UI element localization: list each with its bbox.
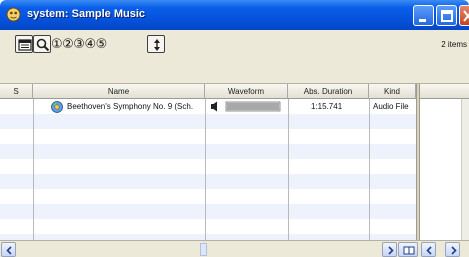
column-header-extra — [420, 84, 469, 99]
minimize-button[interactable] — [413, 5, 434, 26]
scroll-left-button[interactable] — [1, 242, 16, 257]
table-row — [0, 144, 418, 159]
scroll-right-button-2[interactable] — [445, 242, 460, 257]
table-row — [0, 189, 418, 204]
audio-file-icon — [51, 99, 63, 114]
browser-toggle-button[interactable] — [15, 35, 33, 53]
column-header-name[interactable]: Name — [33, 84, 205, 99]
close-button[interactable] — [459, 5, 469, 26]
file-kind: Audio File — [373, 102, 409, 111]
column-header-waveform[interactable]: Waveform — [205, 84, 288, 99]
column-divider — [369, 99, 370, 240]
search-button[interactable] — [33, 35, 51, 53]
vertical-scrollbar[interactable] — [461, 99, 469, 240]
scroll-left-button-2[interactable] — [421, 242, 436, 257]
column-header-kind[interactable]: Kind — [369, 84, 416, 99]
browser-icon — [18, 39, 32, 51]
horizontal-scrollbar[interactable] — [0, 240, 469, 257]
speaker-icon — [211, 101, 217, 112]
pane-resize-button[interactable] — [398, 242, 418, 257]
table-row — [0, 204, 418, 219]
app-icon[interactable] — [6, 7, 21, 22]
title-bar[interactable]: system: Sample Music — [0, 0, 469, 30]
table-row — [0, 174, 418, 189]
scroll-right-button[interactable] — [382, 242, 397, 257]
column-divider — [33, 99, 34, 240]
chevron-right-icon — [451, 246, 457, 255]
scroll-thumb[interactable] — [200, 243, 207, 256]
chevron-right-icon — [388, 246, 394, 255]
maximize-button[interactable] — [436, 5, 457, 26]
table-row — [0, 219, 418, 234]
toolbar: ①②③④⑤ 2 items — [0, 30, 469, 84]
chevron-left-icon — [426, 246, 432, 255]
view-number-buttons[interactable]: ①②③④⑤ — [51, 37, 107, 52]
table-row — [0, 129, 418, 144]
table-row — [0, 114, 418, 129]
magnifier-icon — [36, 38, 50, 52]
sort-button[interactable] — [147, 35, 165, 53]
pane-resize-icon — [403, 246, 415, 255]
column-header-duration[interactable]: Abs. Duration — [288, 84, 369, 99]
file-name: Beethoven's Symphony No. 9 (Sch. — [67, 102, 194, 111]
sort-arrows-icon — [154, 39, 160, 51]
column-divider — [288, 99, 289, 240]
file-list: Beethoven's Symphony No. 9 (Sch. 1:15.74… — [0, 99, 469, 240]
column-header-s[interactable]: S — [0, 84, 33, 99]
column-divider — [205, 99, 206, 240]
file-duration: 1:15.741 — [311, 102, 343, 111]
window-title: system: Sample Music — [27, 8, 145, 20]
table-row — [0, 159, 418, 174]
table-row[interactable]: Beethoven's Symphony No. 9 (Sch. 1:15.74… — [0, 99, 418, 114]
items-count: 2 items — [441, 40, 467, 49]
chevron-left-icon — [6, 246, 12, 255]
waveform-cell — [211, 99, 286, 114]
column-header-row: S Name Waveform Abs. Duration Kind — [0, 84, 469, 99]
